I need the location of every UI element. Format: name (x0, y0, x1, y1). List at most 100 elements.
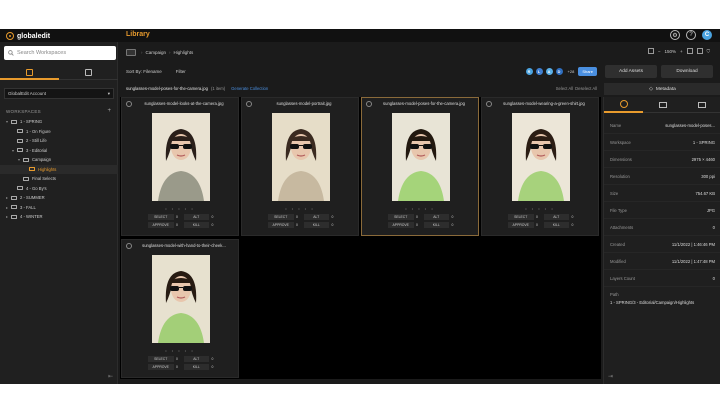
tree-item[interactable]: ▾ 3 - Editorial (0, 146, 118, 156)
select-all-button[interactable]: Select All (556, 86, 573, 91)
folder-icon (17, 186, 23, 191)
rating-dots[interactable]: • • • • • (482, 206, 598, 211)
collapse-panel-icon[interactable]: ⇥ (608, 373, 613, 380)
alt-tag[interactable]: ALT 0 (183, 356, 217, 362)
tree-item[interactable]: ▸ 2 - SUMMER (0, 193, 118, 203)
rating-dots[interactable]: • • • • • (122, 348, 238, 353)
asset-card[interactable]: sunglasses-model-with-hand-to-their-chee… (121, 239, 239, 378)
tree-item[interactable]: ▸ 3 - FALL (0, 203, 118, 213)
tree-item[interactable]: 1 - On Figure (0, 127, 118, 137)
approve-tag-count: 0 (536, 223, 538, 227)
approve-tag[interactable]: APPROVE 0 (388, 222, 421, 228)
asset-card[interactable]: sunglasses-model-wearing-a-green-shirt.j… (481, 97, 599, 236)
kill-tag-label: KILL (183, 364, 209, 370)
tab-preview[interactable] (682, 97, 720, 113)
tab-info[interactable] (604, 97, 643, 113)
kill-tag[interactable]: KILL 0 (183, 364, 217, 370)
select-tag[interactable]: SELECT 0 (388, 214, 421, 220)
tree-item[interactable]: Highlights (0, 164, 118, 174)
select-tag[interactable]: SELECT 0 (268, 214, 301, 220)
cart-icon[interactable]: ⛉ (707, 49, 710, 54)
asset-thumbnail[interactable] (272, 113, 330, 201)
grid-view-icon[interactable] (647, 48, 654, 54)
kill-tag[interactable]: KILL 0 (303, 222, 337, 228)
tab-library[interactable] (0, 66, 59, 80)
collaborator-avatar[interactable]: D (554, 67, 564, 76)
select-tag-label: SELECT (508, 214, 534, 220)
share-button[interactable]: Share (578, 67, 597, 76)
user-avatar[interactable]: C (702, 30, 712, 40)
generate-collection-link[interactable]: Generate Collection (231, 86, 268, 91)
alt-tag-label: ALT (303, 214, 329, 220)
select-checkbox[interactable] (126, 101, 132, 107)
tree-item-label: Campaign (32, 157, 52, 163)
sort-dropdown[interactable]: Sort By: Filename (126, 69, 162, 74)
tree-item[interactable]: 4 - Go By's (0, 184, 118, 194)
tree-item[interactable]: ▸ 4 - WINTER (0, 212, 118, 222)
metadata-row: Dimensions 2975 × 4460 (604, 151, 720, 168)
kill-tag[interactable]: KILL 0 (543, 222, 577, 228)
alt-tag[interactable]: ALT 0 (423, 214, 457, 220)
collaborator-avatar[interactable]: L (534, 67, 544, 76)
zoom-in-icon[interactable]: + (680, 49, 683, 54)
account-select[interactable]: GlobalEdit Account ▾ (4, 88, 114, 99)
asset-thumbnail[interactable] (152, 113, 210, 201)
tree-item[interactable]: ▾ 1 - SPRING (0, 117, 118, 127)
select-tag[interactable]: SELECT 0 (148, 356, 181, 362)
alt-tag[interactable]: ALT 0 (543, 214, 577, 220)
asset-thumbnail[interactable] (152, 255, 210, 343)
approve-tag[interactable]: APPROVE 0 (508, 222, 541, 228)
alt-tag[interactable]: ALT 0 (183, 214, 217, 220)
collaborator-avatar[interactable]: R (524, 67, 534, 76)
asset-thumbnail[interactable] (512, 113, 570, 201)
logo[interactable]: globaledit (6, 31, 50, 41)
asset-card[interactable]: sunglasses-model-portrait.jpg • • • • • SE… (241, 97, 359, 236)
search-input[interactable]: Search Workspaces (4, 46, 116, 60)
tree-item[interactable]: ▾ Campaign (0, 155, 118, 165)
kill-tag[interactable]: KILL 0 (423, 222, 457, 228)
select-tag[interactable]: SELECT 0 (508, 214, 541, 220)
approve-tag[interactable]: APPROVE 0 (148, 364, 181, 370)
tab-layers[interactable] (59, 66, 118, 80)
download-button[interactable]: Download (661, 65, 713, 78)
collapse-sidebar-icon[interactable]: ⇤ (108, 373, 113, 380)
tag-buttons: SELECT 0 ALT 0 APPROVE 0 KILL 0 (268, 214, 336, 228)
asset-card[interactable]: sunglasses-model-looks-at-the-camera.jpg… (121, 97, 239, 236)
add-assets-button[interactable]: Add Assets (605, 65, 657, 78)
tree-item[interactable]: Final Selects (0, 174, 118, 184)
add-workspace-icon[interactable]: + (107, 108, 111, 114)
kill-tag[interactable]: KILL 0 (183, 222, 217, 228)
breadcrumb-campaign[interactable]: Campaign (146, 50, 167, 55)
metadata-row: Resolution 300 ppi (604, 168, 720, 185)
asset-card[interactable]: sunglasses-model-poses-for-the-camera.jp… (361, 97, 479, 236)
back-folder-icon[interactable] (126, 48, 136, 56)
asset-thumbnail[interactable] (392, 113, 450, 201)
tab-lock[interactable] (643, 97, 682, 113)
tree-item[interactable]: 2 - Still Life (0, 136, 118, 146)
single-view-icon[interactable] (686, 48, 693, 54)
deselect-all-button[interactable]: Deselect All (575, 86, 597, 91)
select-checkbox[interactable] (486, 101, 492, 107)
select-checkbox[interactable] (126, 243, 132, 249)
approve-tag[interactable]: APPROVE 0 (268, 222, 301, 228)
collaborator-avatar[interactable]: A (544, 67, 554, 76)
approve-tag[interactable]: APPROVE 0 (148, 222, 181, 228)
compare-view-icon[interactable] (696, 48, 703, 54)
filter-button[interactable]: Filter (176, 69, 186, 74)
tab-metadata[interactable]: ◇ Metadata (604, 83, 720, 95)
tree-item-label: 1 - SPRING (20, 119, 43, 125)
alt-tag[interactable]: ALT 0 (303, 214, 337, 220)
help-icon[interactable]: ? (686, 30, 696, 40)
zoom-out-icon[interactable]: − (658, 49, 661, 54)
breadcrumb-highlights[interactable]: Highlights (174, 50, 194, 55)
select-checkbox[interactable] (366, 101, 372, 107)
rating-dots[interactable]: • • • • • (242, 206, 358, 211)
more-collaborators-count[interactable]: +28 (568, 69, 575, 74)
select-tag-count: 0 (296, 215, 298, 219)
info-icon (619, 100, 628, 108)
select-checkbox[interactable] (246, 101, 252, 107)
rating-dots[interactable]: • • • • • (122, 206, 238, 211)
rating-dots[interactable]: • • • • • (362, 206, 478, 211)
select-tag[interactable]: SELECT 0 (148, 214, 181, 220)
settings-icon[interactable]: ⚙ (670, 30, 680, 40)
